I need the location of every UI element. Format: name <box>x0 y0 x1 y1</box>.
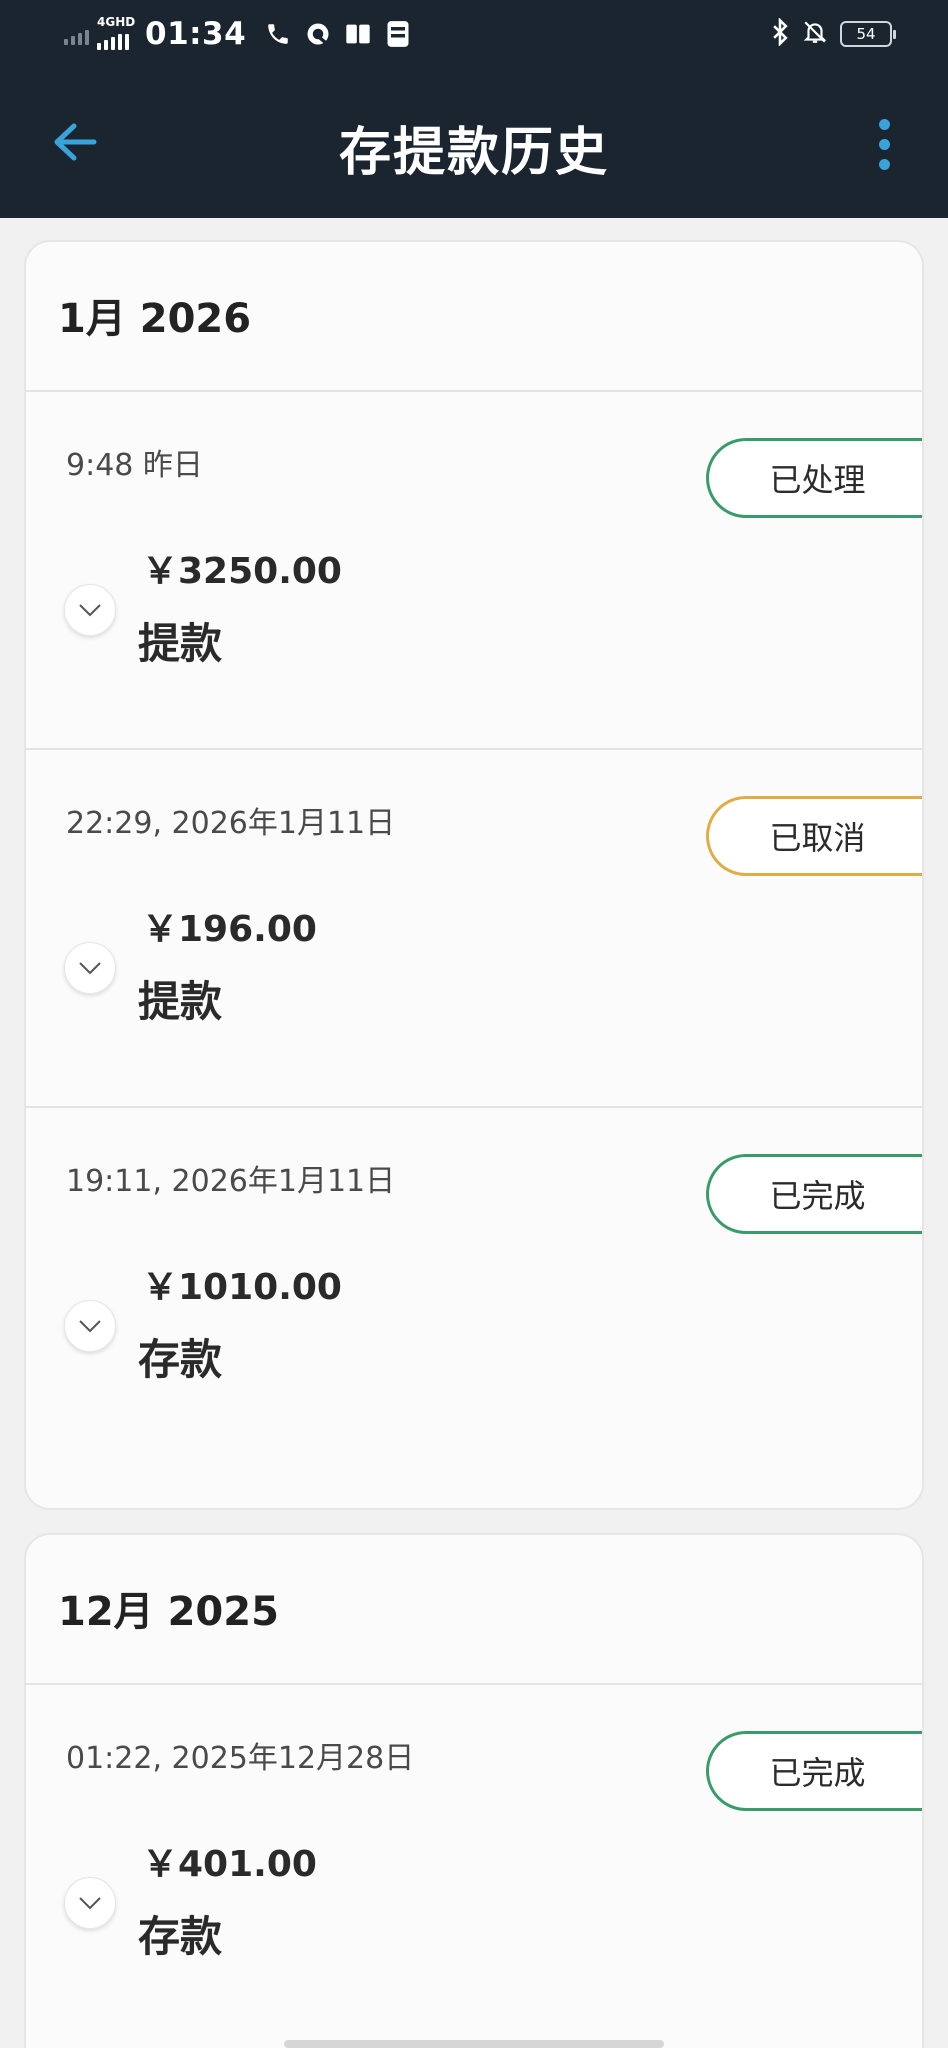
status-time: 01:34 <box>145 16 247 52</box>
status-badge: 已取消 <box>706 796 922 876</box>
expand-button[interactable] <box>64 1877 116 1929</box>
transaction-date: 9:48 昨日 <box>66 448 203 483</box>
month-header: 1月 2026 <box>26 242 922 392</box>
status-bar-right: 54 <box>770 14 896 54</box>
transaction-amount: ￥401.00 <box>142 1844 317 1885</box>
transaction-item[interactable]: 19:11, 2026年1月11日 已完成 ￥1010.00 存款 <box>26 1108 922 1466</box>
mute-icon <box>802 18 828 50</box>
chevron-down-icon <box>79 604 101 617</box>
top-bar: 4GHD 01:34 54 存提款历史 <box>0 0 948 218</box>
transaction-date: 19:11, 2026年1月11日 <box>66 1164 396 1199</box>
month-title: 12月 2025 <box>58 1589 279 1635</box>
transaction-type: 存款 <box>138 1335 223 1384</box>
status-badge: 已完成 <box>706 1154 922 1234</box>
home-indicator <box>284 2040 664 2048</box>
transaction-item[interactable]: 9:48 昨日 已处理 ￥3250.00 提款 <box>26 392 922 750</box>
transaction-item[interactable]: 01:22, 2025年12月28日 已完成 ￥401.00 存款 <box>26 1685 922 2043</box>
network-label: 4GHD <box>97 15 136 29</box>
transaction-date: 01:22, 2025年12月28日 <box>66 1741 415 1776</box>
transaction-amount: ￥3250.00 <box>142 551 342 592</box>
page-title: 存提款历史 <box>338 123 609 183</box>
nav-bar: 存提款历史 <box>0 80 948 210</box>
status-bar-left: 4GHD 01:34 <box>64 14 420 54</box>
expand-button[interactable] <box>64 1300 116 1352</box>
month-header: 12月 2025 <box>26 1535 922 1685</box>
chevron-down-icon <box>79 1320 101 1333</box>
status-badge: 已处理 <box>706 438 922 518</box>
transaction-type: 提款 <box>138 619 223 668</box>
signal-strength-icon <box>64 23 89 45</box>
transaction-amount: ￥1010.00 <box>142 1267 342 1308</box>
transaction-type: 存款 <box>138 1912 223 1961</box>
transaction-date: 22:29, 2026年1月11日 <box>66 806 396 841</box>
chevron-down-icon <box>79 962 101 975</box>
status-badge: 已完成 <box>706 1731 922 1811</box>
bluetooth-icon <box>770 17 790 50</box>
more-options-button[interactable] <box>864 114 904 174</box>
q-app-icon <box>300 16 336 52</box>
transaction-type: 提款 <box>138 977 223 1026</box>
expand-button[interactable] <box>64 584 116 636</box>
phone-icon <box>260 16 296 52</box>
month-card: 1月 2026 9:48 昨日 已处理 ￥3250.00 提款 22:29, 2… <box>24 240 924 1510</box>
transaction-amount: ￥196.00 <box>142 909 317 950</box>
sim-card-icon <box>380 16 416 52</box>
expand-button[interactable] <box>64 942 116 994</box>
chevron-down-icon <box>79 1897 101 1910</box>
month-card: 12月 2025 01:22, 2025年12月28日 已完成 ￥401.00 … <box>24 1533 924 2048</box>
book-icon <box>340 16 376 52</box>
battery-icon: 54 <box>840 21 896 47</box>
status-bar: 4GHD 01:34 54 <box>0 0 948 70</box>
month-title: 1月 2026 <box>58 296 252 342</box>
more-vertical-icon <box>878 118 890 130</box>
mobile-network-icon: 4GHD <box>95 16 137 52</box>
transaction-item[interactable]: 22:29, 2026年1月11日 已取消 ￥196.00 提款 <box>26 750 922 1108</box>
